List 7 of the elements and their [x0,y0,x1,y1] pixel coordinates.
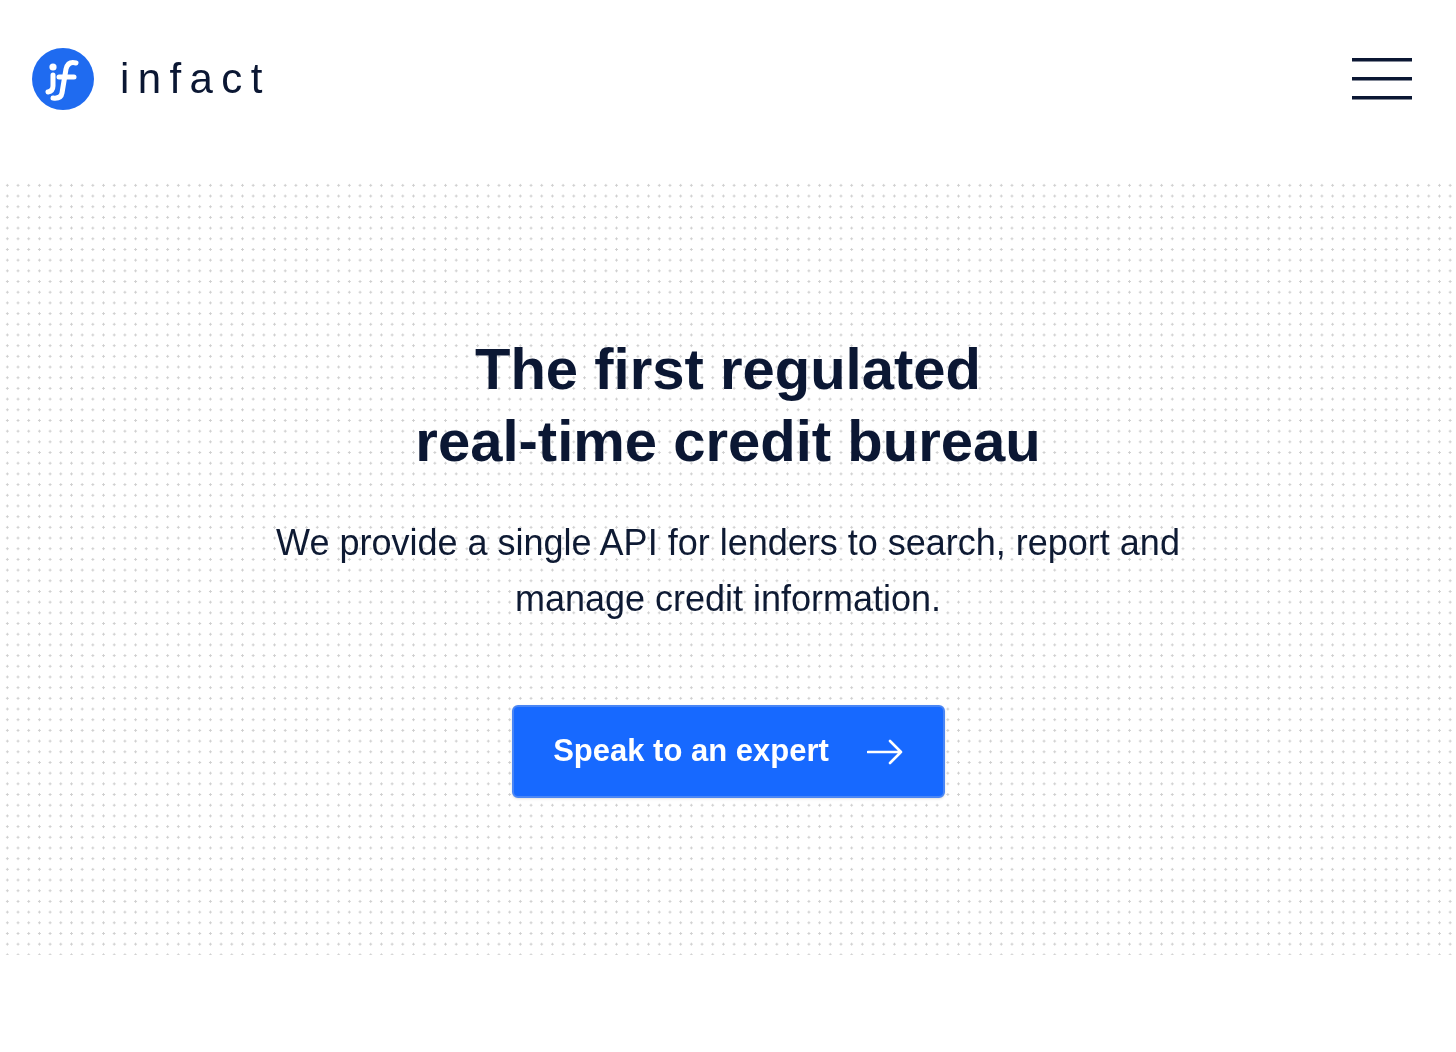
menu-icon [1352,58,1412,100]
arrow-right-icon [866,738,903,765]
brand-name[interactable]: infact [120,58,271,100]
hero-title: The first regulated real-time credit bureau [415,335,1041,475]
cta-button[interactable]: Speak to an expert [511,705,945,798]
hero-subtitle: We provide a single API for lenders to search, report and manage credit information. [275,521,1181,621]
logo-icon [32,48,94,110]
